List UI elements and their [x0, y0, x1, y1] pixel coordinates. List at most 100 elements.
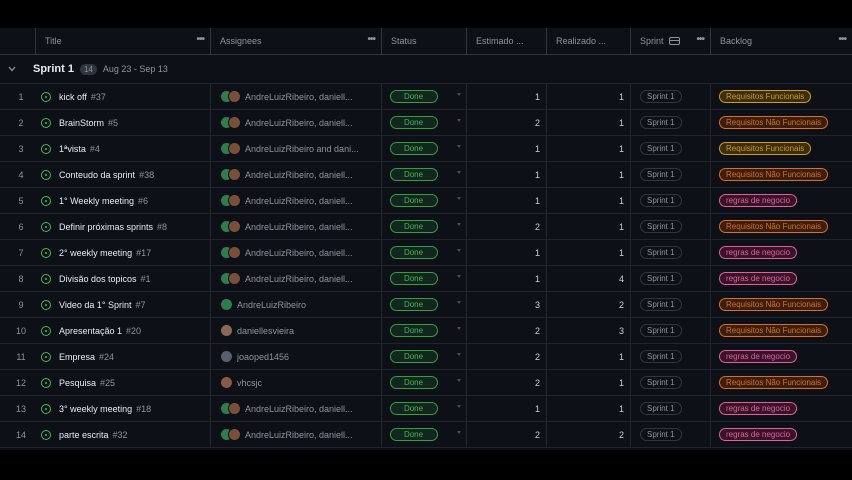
realized-cell[interactable]: 2: [547, 422, 631, 447]
assignees-cell[interactable]: AndreLuizRibeiro and dani...: [211, 136, 382, 161]
estimated-cell[interactable]: 1: [467, 396, 547, 421]
sprint-cell[interactable]: Sprint 1: [631, 292, 711, 317]
title-cell[interactable]: Empresa #24: [36, 344, 211, 369]
table-row[interactable]: 12 Pesquisa #25 vhcsjc Done 2 1 Sprint 1…: [0, 370, 852, 396]
backlog-cell[interactable]: Requisitos Não Funcionais: [711, 110, 852, 135]
realized-cell[interactable]: 2: [547, 292, 631, 317]
issue-title-link[interactable]: Conteudo da sprint: [59, 170, 135, 180]
sprint-cell[interactable]: Sprint 1: [631, 240, 711, 265]
title-cell[interactable]: 1° Weekly meeting #6: [36, 188, 211, 213]
estimated-cell[interactable]: 1: [467, 240, 547, 265]
column-menu-icon[interactable]: •••: [838, 34, 846, 45]
status-cell[interactable]: Done: [382, 240, 467, 265]
backlog-cell[interactable]: Requisitos Não Funcionais: [711, 292, 852, 317]
assignees-cell[interactable]: AndreLuizRibeiro, daniell...: [211, 110, 382, 135]
issue-title-link[interactable]: parte escrita: [59, 430, 109, 440]
estimated-cell[interactable]: 1: [467, 84, 547, 109]
sprint-cell[interactable]: Sprint 1: [631, 370, 711, 395]
table-row[interactable]: 1 kick off #37 AndreLuizRibeiro, daniell…: [0, 84, 852, 110]
backlog-cell[interactable]: Requisitos Não Funcionais: [711, 370, 852, 395]
sprint-cell[interactable]: Sprint 1: [631, 188, 711, 213]
realized-cell[interactable]: 1: [547, 214, 631, 239]
backlog-cell[interactable]: Requisitos Não Funcionais: [711, 162, 852, 187]
estimated-cell[interactable]: 2: [467, 110, 547, 135]
status-cell[interactable]: Done: [382, 266, 467, 291]
assignees-cell[interactable]: AndreLuizRibeiro, daniell...: [211, 396, 382, 421]
column-menu-icon[interactable]: •••: [367, 34, 375, 45]
estimated-cell[interactable]: 2: [467, 370, 547, 395]
table-row[interactable]: 14 parte escrita #32 AndreLuizRibeiro, d…: [0, 422, 852, 448]
assignees-cell[interactable]: AndreLuizRibeiro, daniell...: [211, 188, 382, 213]
table-row[interactable]: 7 2° weekly meeting #17 AndreLuizRibeiro…: [0, 240, 852, 266]
column-header-title[interactable]: Title •••: [36, 28, 211, 54]
chevron-down-icon[interactable]: [457, 145, 461, 148]
assignees-cell[interactable]: vhcsjc: [211, 370, 382, 395]
assignees-cell[interactable]: AndreLuizRibeiro, daniell...: [211, 214, 382, 239]
status-cell[interactable]: Done: [382, 84, 467, 109]
sprint-cell[interactable]: Sprint 1: [631, 84, 711, 109]
estimated-cell[interactable]: 2: [467, 318, 547, 343]
realized-cell[interactable]: 1: [547, 136, 631, 161]
title-cell[interactable]: Video da 1° Sprint #7: [36, 292, 211, 317]
estimated-cell[interactable]: 2: [467, 344, 547, 369]
backlog-cell[interactable]: regras de negocio: [711, 188, 852, 213]
estimated-cell[interactable]: 1: [467, 162, 547, 187]
title-cell[interactable]: 1ªvista #4: [36, 136, 211, 161]
assignees-cell[interactable]: daniellesvieira: [211, 318, 382, 343]
title-cell[interactable]: Definir próximas sprints #8: [36, 214, 211, 239]
backlog-cell[interactable]: regras de negocio: [711, 344, 852, 369]
chevron-down-icon[interactable]: [457, 119, 461, 122]
status-cell[interactable]: Done: [382, 422, 467, 447]
backlog-cell[interactable]: Requisitos Funcionais: [711, 84, 852, 109]
chevron-down-icon[interactable]: [457, 93, 461, 96]
backlog-cell[interactable]: regras de negocio: [711, 266, 852, 291]
backlog-cell[interactable]: Requisitos Funcionais: [711, 136, 852, 161]
status-cell[interactable]: Done: [382, 136, 467, 161]
estimated-cell[interactable]: 3: [467, 292, 547, 317]
issue-title-link[interactable]: Apresentação 1: [59, 326, 122, 336]
table-row[interactable]: 8 Divisão dos topicos #1 AndreLuizRibeir…: [0, 266, 852, 292]
assignees-cell[interactable]: AndreLuizRibeiro, daniell...: [211, 240, 382, 265]
status-cell[interactable]: Done: [382, 370, 467, 395]
backlog-cell[interactable]: regras de negocio: [711, 396, 852, 421]
estimated-cell[interactable]: 2: [467, 422, 547, 447]
chevron-down-icon[interactable]: [457, 197, 461, 200]
column-menu-icon[interactable]: •••: [196, 34, 204, 45]
sprint-cell[interactable]: Sprint 1: [631, 422, 711, 447]
title-cell[interactable]: parte escrita #32: [36, 422, 211, 447]
table-row[interactable]: 13 3° weekly meeting #18 AndreLuizRibeir…: [0, 396, 852, 422]
sprint-cell[interactable]: Sprint 1: [631, 396, 711, 421]
chevron-down-icon[interactable]: [457, 223, 461, 226]
issue-title-link[interactable]: Empresa: [59, 352, 95, 362]
issue-title-link[interactable]: Divisão dos topicos: [59, 274, 137, 284]
table-row[interactable]: 9 Video da 1° Sprint #7 AndreLuizRibeiro…: [0, 292, 852, 318]
issue-title-link[interactable]: 3° weekly meeting: [59, 404, 132, 414]
assignees-cell[interactable]: AndreLuizRibeiro: [211, 292, 382, 317]
group-header-sprint[interactable]: Sprint 1 14 Aug 23 - Sep 13: [0, 55, 852, 84]
realized-cell[interactable]: 1: [547, 188, 631, 213]
sprint-cell[interactable]: Sprint 1: [631, 214, 711, 239]
realized-cell[interactable]: 1: [547, 162, 631, 187]
column-header-backlog[interactable]: Backlog •••: [711, 28, 852, 54]
estimated-cell[interactable]: 1: [467, 266, 547, 291]
assignees-cell[interactable]: AndreLuizRibeiro, daniell...: [211, 422, 382, 447]
status-cell[interactable]: Done: [382, 188, 467, 213]
table-row[interactable]: 6 Definir próximas sprints #8 AndreLuizR…: [0, 214, 852, 240]
chevron-down-icon[interactable]: [457, 171, 461, 174]
status-cell[interactable]: Done: [382, 396, 467, 421]
column-header-realized[interactable]: Realizado ...: [547, 28, 631, 54]
table-row[interactable]: 2 BrainStorm #5 AndreLuizRibeiro, daniel…: [0, 110, 852, 136]
estimated-cell[interactable]: 2: [467, 214, 547, 239]
table-row[interactable]: 5 1° Weekly meeting #6 AndreLuizRibeiro,…: [0, 188, 852, 214]
title-cell[interactable]: Divisão dos topicos #1: [36, 266, 211, 291]
column-header-assignees[interactable]: Assignees •••: [211, 28, 382, 54]
issue-title-link[interactable]: 1ªvista: [59, 144, 86, 154]
status-cell[interactable]: Done: [382, 110, 467, 135]
column-menu-icon[interactable]: •••: [696, 34, 704, 45]
title-cell[interactable]: Apresentação 1 #20: [36, 318, 211, 343]
title-cell[interactable]: kick off #37: [36, 84, 211, 109]
table-row[interactable]: 3 1ªvista #4 AndreLuizRibeiro and dani..…: [0, 136, 852, 162]
table-row[interactable]: 4 Conteudo da sprint #38 AndreLuizRibeir…: [0, 162, 852, 188]
realized-cell[interactable]: 1: [547, 84, 631, 109]
title-cell[interactable]: 3° weekly meeting #18: [36, 396, 211, 421]
